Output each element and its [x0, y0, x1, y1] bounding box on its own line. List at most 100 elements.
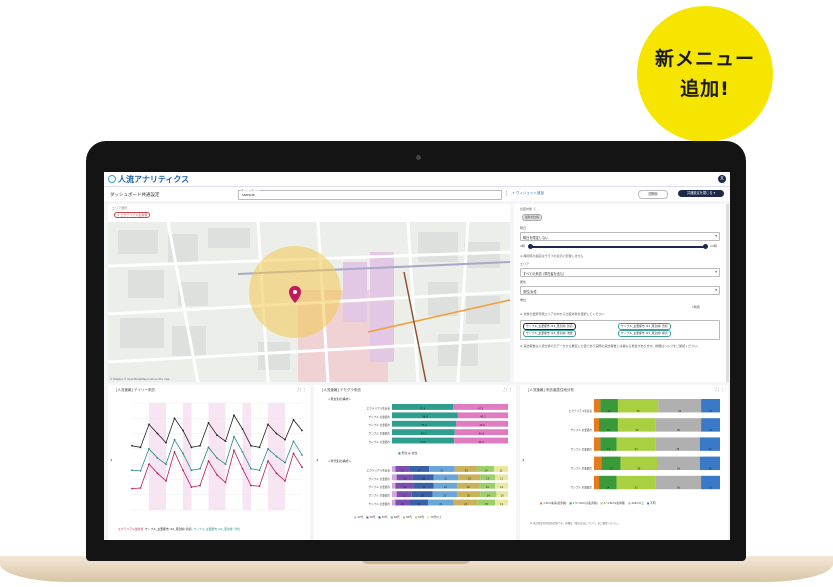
- residence-panel: [人流速報] 来訪者居住地分布 ⛶ ⋮ › エクテリアル生産者 14 32 34 15 サ…: [520, 385, 728, 540]
- settings-scrollbar[interactable]: [726, 204, 729, 382]
- area-select[interactable]: すべての来訪 (滞在者を含む) ▾: [520, 268, 720, 277]
- data-label: 36: [677, 429, 681, 432]
- period-select[interactable]: 曜日を限定しない ▾: [520, 232, 720, 241]
- slider-handle-left[interactable]: [528, 244, 533, 249]
- badge-line1: 新メニュー: [654, 48, 755, 70]
- data-label: 12: [401, 469, 405, 472]
- data-label: 29: [637, 467, 641, 470]
- data-point: [148, 423, 150, 426]
- legend-item: ■ 20km以上: [628, 502, 644, 505]
- category-label: エクテリアル生産者: [367, 468, 391, 472]
- category-label: サンプル 主要都市: [571, 428, 593, 432]
- data-point: [224, 463, 227, 466]
- bar-segment: [392, 482, 396, 489]
- target-chip-4[interactable]: サンプル_主要都市 (22_東急線) 横浜: [618, 330, 671, 337]
- data-point: [275, 432, 278, 435]
- time-range-slider[interactable]: [530, 246, 706, 248]
- data-point: [233, 435, 235, 438]
- target-chip-2[interactable]: サンプル_主要都市 (22_東急線) 渋谷: [618, 323, 671, 330]
- map-view[interactable]: © Mapbox © OpenStreetMap Improve this ma…: [108, 222, 510, 382]
- prev-arrow-icon[interactable]: ›: [110, 457, 112, 464]
- dashboard-select[interactable]: ダッシュボード sample: [238, 188, 502, 200]
- prev-arrow-icon[interactable]: ›: [316, 457, 318, 464]
- slider-handle-right[interactable]: [703, 244, 708, 249]
- legend-item: ■ 40代: [390, 516, 400, 519]
- panel-menu-icon[interactable]: ⛶ ⋮: [504, 387, 512, 392]
- data-point: [301, 454, 303, 456]
- attr-value: 男性/女性: [523, 289, 537, 294]
- panel-menu-icon[interactable]: ⛶ ⋮: [716, 387, 724, 392]
- data-label: 13: [607, 448, 611, 451]
- dashboard-select-value: sample: [242, 193, 255, 197]
- area-chip[interactable]: × エクテリアル生産者: [114, 212, 151, 218]
- data-label: 12: [401, 503, 405, 506]
- data-point: [284, 480, 286, 482]
- chevron-down-icon: ▾: [715, 288, 717, 292]
- data-label: 17: [422, 486, 426, 489]
- panel-title: [人流速報] デモグラ来訪: [322, 388, 361, 392]
- data-label: 54.1: [421, 432, 427, 435]
- data-label: 17: [418, 469, 422, 472]
- data-point: [224, 440, 227, 443]
- panel-menu-icon[interactable]: ⛶ ⋮: [298, 387, 306, 392]
- data-point: [173, 438, 176, 441]
- category-label: サンプル 主要都市: [571, 467, 593, 471]
- data-point: [250, 467, 252, 470]
- data-point: [292, 418, 295, 421]
- data-point: [241, 451, 244, 453]
- target-chip-1[interactable]: サンプル_主要都市 (22_東急線) 新宿: [523, 323, 576, 330]
- data-point: [190, 446, 193, 449]
- data-point: [182, 429, 184, 432]
- data-label: 34: [678, 410, 682, 413]
- badge-line2: 追加!: [680, 78, 730, 100]
- target-chip-3[interactable]: サンプル_主要都市 (22_東急線) 池袋: [523, 330, 576, 337]
- compare-chip[interactable]: 最新の比較: [522, 214, 542, 221]
- data-point: [267, 423, 269, 426]
- data-point: [199, 467, 201, 470]
- data-point: [250, 484, 252, 487]
- data-label: 46.4: [478, 441, 484, 444]
- attr-select[interactable]: 男性/女性 ▾: [520, 286, 720, 295]
- data-point: [216, 434, 218, 436]
- data-label: 11: [500, 486, 504, 489]
- data-label: 16: [708, 448, 712, 451]
- legend-item: ■ 5〜20km(電車圏): [600, 502, 626, 505]
- add-widget-button[interactable]: + ウィジェット追加: [512, 191, 544, 196]
- data-point: [165, 480, 167, 482]
- data-point: [190, 486, 193, 488]
- data-point: [275, 472, 278, 475]
- settings-panel: 比較対象 ⓘ 最新の比較 曜日 曜日を限定しない ▾ 0時 24時 ※ 時間帯の指…: [514, 204, 728, 382]
- close-button[interactable]: X: [718, 175, 726, 183]
- data-point: [131, 487, 133, 490]
- unit-value[interactable]: 1時間: [692, 305, 700, 309]
- data-point: [207, 446, 210, 449]
- more-icon[interactable]: ⋮: [504, 191, 509, 197]
- age-bar-chart: エクテリアル生産者 12 17 22 20 14 12 サンプル 主要都市 14 18 21 19 13…: [367, 466, 508, 506]
- legend-item: エクテリアル生産者: [118, 527, 144, 531]
- category-label: サンプル 主要都市: [571, 486, 593, 490]
- age-section-title: <年代別の構成>: [328, 459, 352, 463]
- category-label: サンプル 主要都市: [369, 440, 391, 444]
- close-settings-button[interactable]: 共通設定を閉じる ▾: [678, 190, 724, 197]
- app-logo: 人流アナリティクス: [108, 174, 189, 185]
- legend-item: ■ 70代以上: [427, 516, 442, 519]
- data-label: 20: [467, 494, 471, 497]
- bar-segment: [392, 474, 397, 481]
- legend-item: ■ 1.5km未満(徒歩圏): [540, 502, 567, 505]
- data-point: [156, 472, 159, 475]
- legend-item: ■ 10代: [354, 516, 364, 519]
- reset-button[interactable]: 初期化: [638, 190, 668, 199]
- data-point: [216, 473, 218, 476]
- camera-icon: [416, 155, 421, 160]
- data-label: 13: [403, 494, 407, 497]
- legend-item: サンプル_主要都市 (22_東急線) 渋谷: [193, 527, 240, 531]
- compare-note: ※ 対象の選択可能エリアの中から比較対象を選択してください: [520, 312, 605, 316]
- data-point: [139, 487, 142, 489]
- period-label: 曜日: [520, 226, 527, 230]
- data-label: 10: [501, 494, 505, 497]
- map-svg: [108, 222, 510, 382]
- data-label: 36: [677, 487, 681, 490]
- prev-arrow-icon[interactable]: ›: [522, 457, 524, 464]
- data-label: 14: [403, 478, 407, 481]
- category-label: エクテリアル生産者: [367, 406, 391, 410]
